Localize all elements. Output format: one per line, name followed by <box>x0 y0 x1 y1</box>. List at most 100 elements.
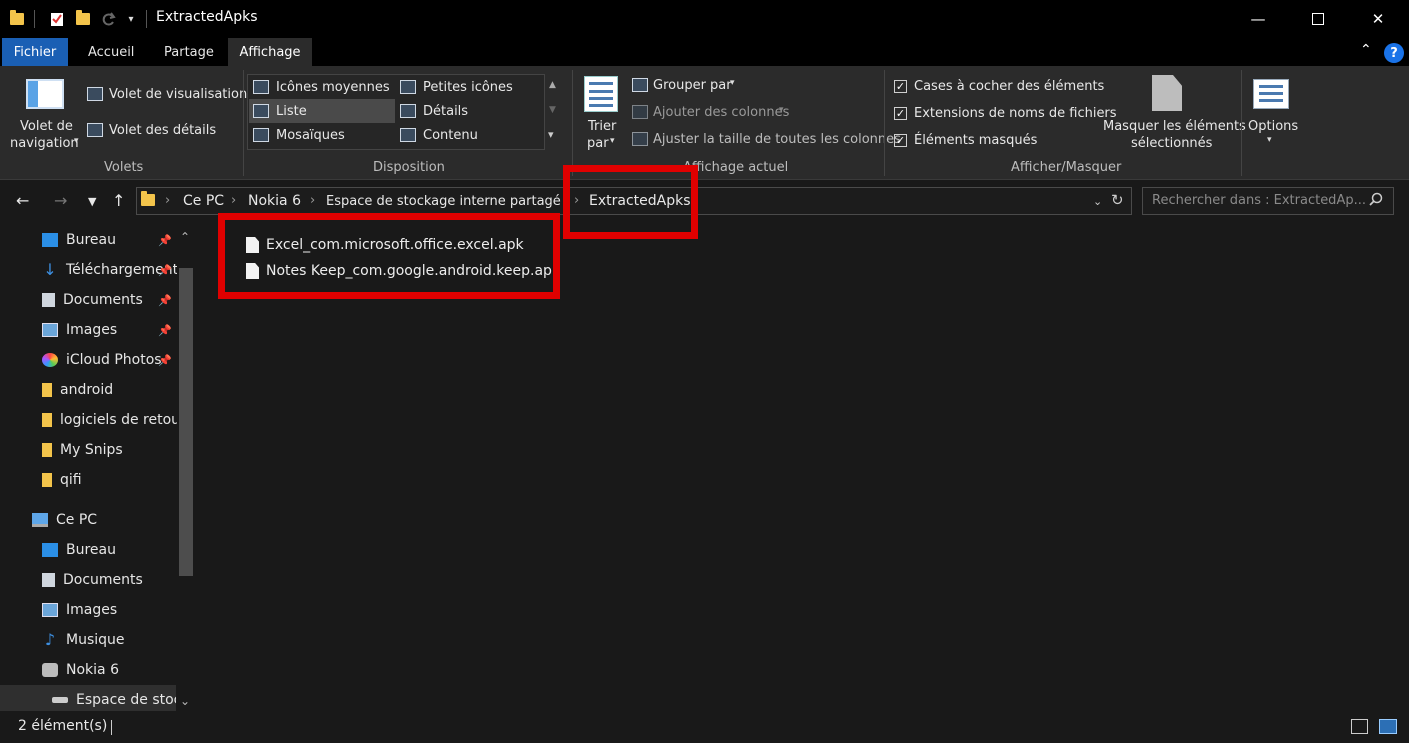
tab-file[interactable]: Fichier <box>2 38 68 66</box>
new-folder-icon[interactable] <box>74 9 92 29</box>
customize-toolbar-icon[interactable]: ▾ <box>122 9 140 29</box>
refresh-icon[interactable]: ↻ <box>1111 191 1124 209</box>
size-columns-button[interactable]: Ajuster la taille de toutes les colonnes <box>653 132 901 147</box>
properties-icon[interactable] <box>48 9 66 29</box>
scroll-up-icon[interactable]: ⌃ <box>180 230 190 244</box>
nav-item-label: Nokia 6 <box>66 662 119 678</box>
chevron-down-icon[interactable]: ▾ <box>779 105 784 115</box>
nav-item-nokia[interactable]: Nokia 6 <box>0 655 180 685</box>
search-input[interactable]: Rechercher dans : ExtractedAp... <box>1142 187 1394 215</box>
nav-item-retouch-software[interactable]: logiciels de retou <box>0 405 180 435</box>
tab-home[interactable]: Accueil <box>74 38 148 66</box>
nav-item-android[interactable]: android <box>0 375 180 405</box>
chevron-down-icon[interactable]: ▾ <box>730 78 735 88</box>
tab-view[interactable]: Affichage <box>228 38 312 66</box>
divider <box>146 10 147 28</box>
file-extensions-checkbox[interactable]: ✓ <box>894 107 907 120</box>
sort-by-label[interactable]: par <box>587 136 609 151</box>
download-icon: ↓ <box>43 260 57 279</box>
item-checkboxes-checkbox[interactable]: ✓ <box>894 80 907 93</box>
nav-item-my-snips[interactable]: My Snips <box>0 435 180 465</box>
address-dropdown-icon[interactable]: ⌄ <box>1093 195 1102 208</box>
gallery-expand-icon[interactable]: ▾ <box>548 128 554 141</box>
pin-icon[interactable]: 📌 <box>158 294 172 307</box>
chevron-right-icon[interactable]: › <box>165 193 170 208</box>
group-label-panes: Volets <box>104 160 144 175</box>
pin-icon[interactable]: 📌 <box>158 354 172 367</box>
minimize-button[interactable]: — <box>1228 0 1288 38</box>
gallery-scroll-down-icon[interactable]: ▼ <box>549 105 556 115</box>
documents-icon <box>42 573 55 587</box>
breadcrumb-storage[interactable]: Espace de stockage interne partagé <box>326 194 561 209</box>
nav-item-desktop[interactable]: Bureau 📌 <box>0 225 180 255</box>
chevron-down-icon[interactable]: ▾ <box>74 136 79 146</box>
preview-pane-button[interactable]: Volet de visualisation <box>109 87 247 102</box>
nav-item-downloads[interactable]: ↓ Téléchargements 📌 <box>0 255 180 285</box>
forward-button[interactable]: → <box>54 191 67 210</box>
chevron-down-icon[interactable]: ▾ <box>610 136 615 146</box>
nav-item-pc-pictures[interactable]: Images <box>0 595 180 625</box>
layout-small-icons[interactable]: Petites icônes <box>423 80 513 95</box>
nav-item-label: Ce PC <box>56 512 98 528</box>
navigation-pane-icon <box>26 79 64 109</box>
nav-item-this-pc[interactable]: Ce PC <box>0 505 180 535</box>
layout-tiles[interactable]: Mosaïques <box>276 128 345 143</box>
up-button[interactable]: ↑ <box>112 191 125 210</box>
navigation-pane-label[interactable]: navigation <box>10 136 79 151</box>
chevron-down-icon[interactable]: ▾ <box>1267 135 1272 145</box>
nav-item-qifi[interactable]: qifi <box>0 465 180 495</box>
group-label-show-hide: Afficher/Masquer <box>1011 160 1122 175</box>
redo-icon[interactable] <box>100 9 118 29</box>
breadcrumb-nokia[interactable]: Nokia 6 <box>248 193 301 209</box>
divider <box>884 70 885 176</box>
nav-item-label: Bureau <box>66 542 116 558</box>
large-icons-view-icon[interactable] <box>1379 719 1397 734</box>
nav-item-documents[interactable]: Documents 📌 <box>0 285 180 315</box>
nav-item-pictures[interactable]: Images 📌 <box>0 315 180 345</box>
hidden-items-checkbox[interactable]: ✓ <box>894 134 907 147</box>
recent-locations-icon[interactable]: ▼ <box>88 195 96 208</box>
highlight-box-breadcrumb <box>563 165 698 239</box>
nav-item-pc-music[interactable]: ♪ Musique <box>0 625 180 655</box>
hide-selected-button[interactable]: Masquer les éléments <box>1103 119 1246 134</box>
sort-by-button[interactable]: Trier <box>588 119 616 134</box>
options-button[interactable]: Options <box>1248 119 1298 134</box>
pictures-icon <box>42 603 58 617</box>
folder-icon <box>8 9 26 29</box>
nav-item-icloud-photos[interactable]: iCloud Photos 📌 <box>0 345 180 375</box>
layout-medium-icons[interactable]: Icônes moyennes <box>276 80 390 95</box>
help-icon[interactable]: ? <box>1384 43 1404 63</box>
pin-icon[interactable]: 📌 <box>158 324 172 337</box>
medium-icons-icon <box>253 80 269 94</box>
nav-item-pc-documents[interactable]: Documents <box>0 565 180 595</box>
nav-item-label: Images <box>66 322 118 338</box>
add-columns-button[interactable]: Ajouter des colonnes <box>653 105 789 120</box>
group-by-button[interactable]: Grouper par <box>653 78 732 93</box>
computer-icon <box>32 513 48 527</box>
nav-scrollbar-thumb[interactable] <box>179 268 193 576</box>
file-extensions-label: Extensions de noms de fichiers <box>914 106 1117 121</box>
gallery-scroll-up-icon[interactable]: ▲ <box>549 80 556 90</box>
breadcrumb-this-pc[interactable]: Ce PC <box>183 193 224 209</box>
hide-selected-label[interactable]: sélectionnés <box>1131 136 1212 151</box>
maximize-button[interactable] <box>1288 0 1348 38</box>
tab-share[interactable]: Partage <box>150 38 228 66</box>
content-icon <box>400 128 416 142</box>
layout-list[interactable]: Liste <box>276 104 307 119</box>
layout-details[interactable]: Détails <box>423 104 468 119</box>
nav-item-pc-desktop[interactable]: Bureau <box>0 535 180 565</box>
navigation-pane-button[interactable]: Volet de <box>20 119 73 134</box>
chevron-right-icon[interactable]: › <box>310 193 315 208</box>
details-pane-button[interactable]: Volet des détails <box>109 123 216 138</box>
pin-icon[interactable]: 📌 <box>158 264 172 277</box>
chevron-right-icon[interactable]: › <box>231 193 236 208</box>
details-view-icon[interactable] <box>1351 719 1368 734</box>
scroll-down-icon[interactable]: ⌄ <box>180 694 190 708</box>
nav-item-label: Espace de stoc <box>76 692 176 708</box>
item-checkboxes-label: Cases à cocher des éléments <box>914 79 1105 94</box>
layout-content[interactable]: Contenu <box>423 128 478 143</box>
back-button[interactable]: ← <box>16 191 29 210</box>
collapse-ribbon-icon[interactable]: ⌃ <box>1360 42 1372 58</box>
close-button[interactable]: ✕ <box>1348 0 1408 38</box>
pin-icon[interactable]: 📌 <box>158 234 172 247</box>
